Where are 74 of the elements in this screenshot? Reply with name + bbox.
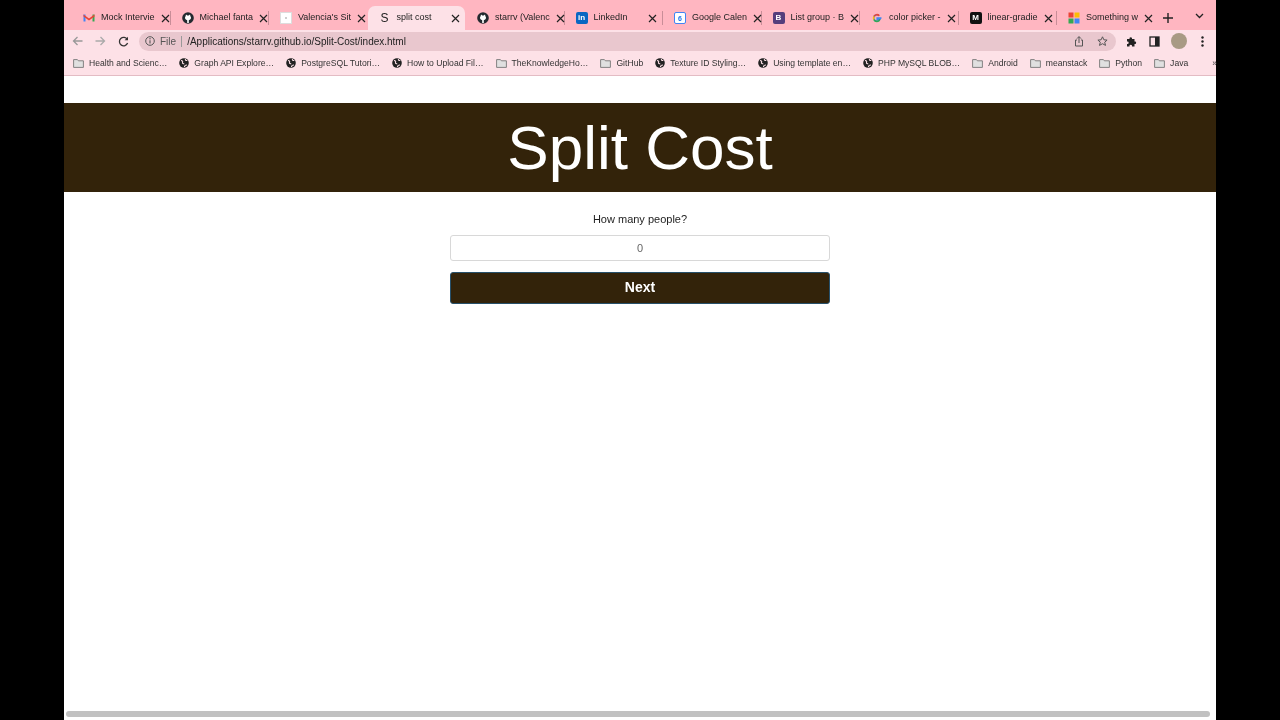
globe-icon <box>863 58 873 69</box>
folder-icon <box>1029 59 1041 68</box>
bookmark-item[interactable]: Graph API Explore… <box>179 57 275 70</box>
close-icon[interactable] <box>850 13 860 23</box>
kebab-menu-icon[interactable] <box>1201 35 1204 47</box>
cat-logo-icon <box>181 12 194 24</box>
url-text: /Applications/starrv.github.io/Split-Cost/index.html <box>187 34 407 49</box>
close-icon[interactable] <box>555 13 565 23</box>
blank-page-icon <box>280 12 292 24</box>
scheme-label: File <box>160 34 177 49</box>
browser-tab[interactable]: Mock Intervie <box>72 6 170 30</box>
globe-icon <box>286 58 297 69</box>
bookmark-item[interactable]: Python <box>1099 57 1143 70</box>
ring-logo-icon <box>871 12 883 24</box>
people-input-field[interactable]: 0 <box>450 234 830 261</box>
close-icon[interactable] <box>451 13 460 23</box>
browser-tab[interactable]: Valencia's Sit <box>269 6 367 30</box>
close-icon[interactable] <box>160 13 170 23</box>
folder-icon <box>73 59 84 68</box>
bookmark-item[interactable]: meanstack <box>1029 57 1088 70</box>
pinwheel-icon <box>1068 12 1080 24</box>
globe-icon <box>655 58 666 69</box>
folder-icon <box>600 59 612 68</box>
browser-tab[interactable]: in LinkedIn <box>564 6 662 30</box>
plus-icon[interactable] <box>1162 13 1173 23</box>
close-icon[interactable] <box>357 13 367 23</box>
cat-logo-icon <box>477 12 489 24</box>
browser-tab[interactable]: Michael fanta <box>170 6 268 30</box>
globe-icon <box>392 58 403 69</box>
folder-icon <box>1099 59 1111 68</box>
next-button[interactable]: Next <box>450 271 830 304</box>
browser-tab[interactable]: M linear-gradie <box>958 6 1056 30</box>
b-logo-icon: B <box>772 12 785 24</box>
reload-icon[interactable] <box>118 35 129 47</box>
bookmark-item[interactable]: Using template en… <box>758 57 851 70</box>
bookmarks-overflow-button[interactable]: » <box>1212 57 1218 70</box>
browser-tab[interactable]: S split cost <box>367 6 465 30</box>
globe-icon <box>179 58 190 69</box>
folder-icon <box>972 59 984 68</box>
bookmark-item[interactable]: TheKnowledgeHo… <box>495 57 589 70</box>
m-logo-icon: M <box>969 12 982 24</box>
bookmark-item[interactable]: PostgreSQL Tutori… <box>286 57 381 70</box>
close-icon[interactable] <box>1144 13 1154 23</box>
browser-tab[interactable]: B List group · B <box>761 6 859 30</box>
close-icon[interactable] <box>1043 13 1053 23</box>
close-icon[interactable] <box>753 13 763 23</box>
bookmark-item[interactable]: Java <box>1154 57 1189 70</box>
browser-tab[interactable]: color picker - <box>860 6 958 30</box>
horizontal-scrollbar[interactable] <box>66 711 1210 717</box>
in-logo-icon: in <box>575 12 588 24</box>
bookmark-item[interactable]: Android <box>972 57 1018 70</box>
bookmark-item[interactable]: PHP MySQL BLOB… <box>863 57 961 70</box>
folder-icon <box>495 59 507 68</box>
close-icon[interactable] <box>259 13 269 23</box>
bookmark-item[interactable]: Health and Scienc… <box>73 57 168 70</box>
folder-icon <box>1154 59 1166 68</box>
close-icon[interactable] <box>648 13 657 23</box>
letter-icon: S <box>378 12 391 24</box>
star-icon[interactable] <box>1097 35 1108 47</box>
globe-icon <box>758 58 769 69</box>
bookmark-item[interactable]: Texture ID Styling… <box>655 57 747 70</box>
bookmark-item[interactable]: How to Upload Fil… <box>392 57 484 70</box>
field-label: How many people? <box>591 212 689 227</box>
browser-tab[interactable]: Something w <box>1057 6 1155 30</box>
puzzle-icon[interactable] <box>1126 35 1137 47</box>
side-panel-icon[interactable] <box>1149 35 1160 47</box>
info-icon <box>145 36 155 46</box>
browser-tab[interactable]: starrv (Valenc <box>466 6 564 30</box>
bookmark-item[interactable]: GitHub <box>600 57 644 70</box>
share-icon[interactable] <box>1074 35 1084 47</box>
close-icon[interactable] <box>946 13 956 23</box>
chevron-down-icon[interactable] <box>1195 13 1204 19</box>
envelope-icon <box>83 12 95 24</box>
address-bar[interactable]: File /Applications/starrv.github.io/Split-Cost/index.html <box>139 31 1116 51</box>
